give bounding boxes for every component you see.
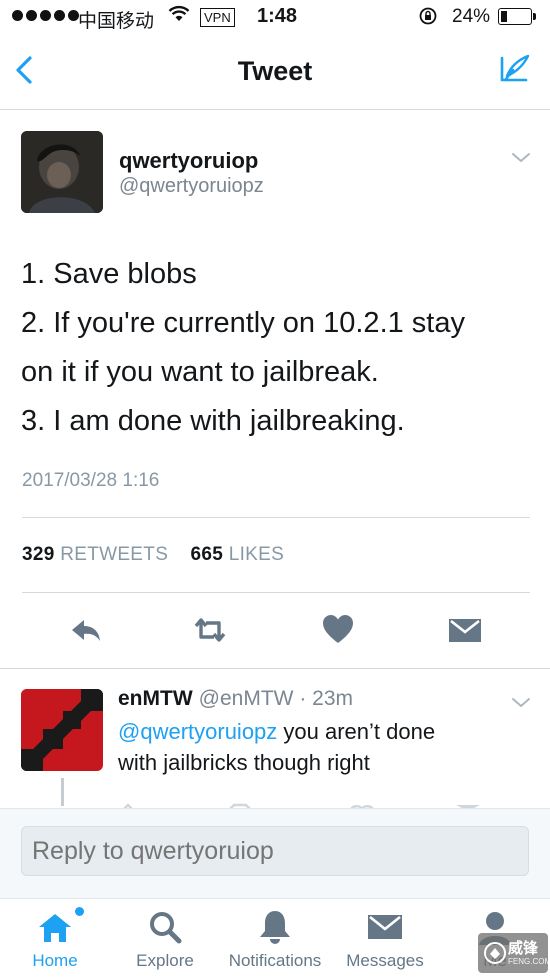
battery-percent: 24% bbox=[452, 6, 491, 27]
reply-input[interactable] bbox=[21, 826, 529, 876]
tab-messages[interactable]: Messages bbox=[330, 899, 440, 977]
reply-actions bbox=[118, 798, 518, 812]
battery-icon bbox=[498, 8, 536, 25]
reply-icon[interactable] bbox=[66, 610, 106, 650]
tab-bar: Home Explore Notifications Messages Me bbox=[0, 898, 550, 977]
retweets-stat[interactable]: 329 RETWEETS bbox=[22, 544, 168, 565]
battery-fill bbox=[501, 11, 508, 22]
divider bbox=[22, 517, 530, 518]
chevron-down-icon[interactable] bbox=[510, 695, 532, 711]
tweet-stats: 329 RETWEETS 665 LIKES bbox=[22, 544, 284, 566]
reply-text: @qwertyoruiopz you aren’t done with jail… bbox=[118, 716, 528, 778]
compose-tweet-icon[interactable] bbox=[496, 52, 532, 88]
retweets-count: 329 bbox=[22, 544, 55, 565]
likes-stat[interactable]: 665 LIKES bbox=[191, 544, 285, 565]
page-title: Tweet bbox=[237, 56, 313, 86]
watermark-text: 威锋 bbox=[508, 940, 539, 957]
separator-dot: · bbox=[299, 687, 307, 710]
section-divider bbox=[0, 668, 550, 669]
reply-header: enMTW @enMTW · 23m bbox=[118, 687, 353, 711]
tweet-text-line: 2. If you're currently on 10.2.1 stay bbox=[21, 307, 465, 339]
home-icon bbox=[35, 907, 75, 947]
rotation-lock-icon bbox=[418, 6, 438, 31]
tweet-text-line: 3. I am done with jailbreaking. bbox=[21, 405, 405, 437]
watermark-subtext: FENG.COM bbox=[508, 957, 550, 966]
wifi-icon bbox=[168, 5, 190, 29]
search-icon bbox=[145, 907, 185, 947]
direct-message-icon[interactable] bbox=[445, 610, 485, 650]
thread-line bbox=[61, 778, 64, 806]
divider bbox=[22, 592, 530, 593]
tab-home[interactable]: Home bbox=[0, 899, 110, 977]
chevron-down-icon[interactable] bbox=[510, 150, 532, 166]
tab-notifications[interactable]: Notifications bbox=[220, 899, 330, 977]
tab-explore[interactable]: Explore bbox=[110, 899, 220, 977]
retweet-icon[interactable] bbox=[190, 610, 230, 650]
bell-icon bbox=[255, 907, 295, 947]
new-content-dot bbox=[75, 907, 84, 916]
retweets-label: RETWEETS bbox=[60, 544, 169, 565]
tweet-timestamp: 2017/03/28 1:16 bbox=[22, 470, 160, 491]
tweet-text: 1. Save blobs 2. If you're currently on … bbox=[21, 250, 531, 446]
navigation-bar: Tweet bbox=[0, 36, 550, 110]
tweet-text-line: 1. Save blobs bbox=[21, 258, 197, 290]
envelope-icon bbox=[365, 907, 405, 947]
reply-time: 23m bbox=[312, 687, 354, 710]
reply-author-handle[interactable]: @enMTW bbox=[199, 687, 294, 710]
tweet-text-line: on it if you want to jailbreak. bbox=[21, 356, 379, 388]
tweet-actions bbox=[0, 610, 550, 650]
likes-label: LIKES bbox=[228, 544, 285, 565]
heart-icon[interactable] bbox=[318, 610, 358, 650]
likes-count: 665 bbox=[190, 544, 224, 565]
reply-avatar[interactable] bbox=[21, 689, 103, 771]
reply-text-part: with jailbricks though right bbox=[118, 750, 370, 775]
reply-mention-link[interactable]: @qwertyoruiopz bbox=[118, 719, 277, 744]
clock: 1:48 bbox=[257, 5, 298, 27]
watermark-logo bbox=[484, 942, 506, 964]
author-name[interactable]: qwertyoruiop bbox=[119, 148, 258, 174]
author-avatar[interactable] bbox=[21, 131, 103, 213]
status-bar: 中国移动 VPN 1:48 24% bbox=[0, 0, 550, 36]
carrier-name: 中国移动 bbox=[78, 11, 155, 32]
vpn-indicator: VPN bbox=[200, 8, 235, 27]
site-watermark: 威锋 FENG.COM bbox=[478, 933, 550, 973]
signal-strength-icon bbox=[12, 10, 79, 21]
reply-author-name[interactable]: enMTW bbox=[118, 687, 193, 710]
author-handle[interactable]: @qwertyoruiopz bbox=[119, 175, 264, 198]
reply-text-part: you aren’t done bbox=[277, 719, 436, 744]
